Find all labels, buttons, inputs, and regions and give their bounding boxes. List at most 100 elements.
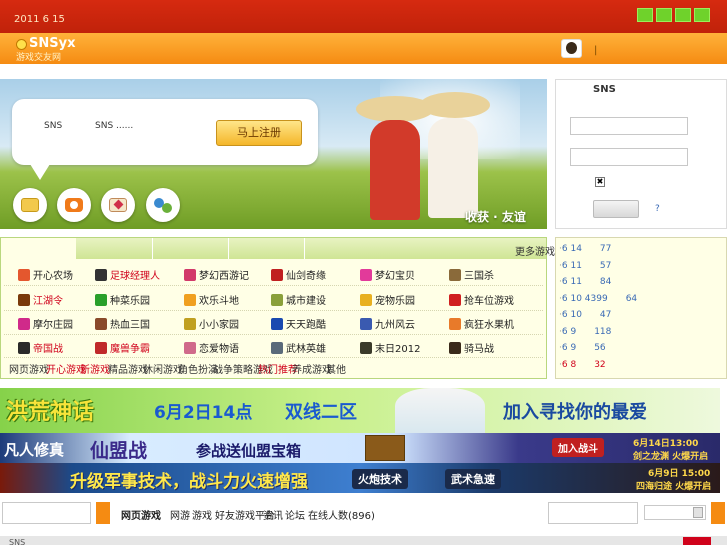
news-count: 56 bbox=[594, 343, 606, 353]
game-link[interactable]: 江湖令 bbox=[18, 292, 63, 307]
treasure-chest-icon bbox=[365, 435, 405, 461]
news-item[interactable]: ·6 11 84 bbox=[559, 277, 611, 287]
footer-button[interactable] bbox=[683, 537, 711, 545]
remember-checkbox[interactable]: ✖ bbox=[595, 177, 605, 187]
news-date: 6 11 bbox=[561, 260, 582, 271]
bottom-link[interactable]: 在线人数(896) bbox=[308, 507, 375, 522]
login-button[interactable] bbox=[593, 200, 639, 218]
category-link[interactable]: 休闲游戏 bbox=[143, 361, 183, 376]
news-item[interactable]: ·6 11 57 bbox=[559, 261, 611, 271]
news-date: 6 10 4399 bbox=[561, 293, 608, 304]
category-link[interactable]: 角色扮演 bbox=[178, 361, 218, 376]
game-link[interactable]: 足球经理人 bbox=[95, 267, 160, 282]
bottom-link[interactable]: 游戏 bbox=[192, 507, 212, 522]
banner-figure-right bbox=[428, 118, 478, 218]
bottom-link[interactable]: 网游 bbox=[170, 507, 190, 522]
game-label: 末日2012 bbox=[375, 344, 421, 355]
login-title: SNS bbox=[593, 84, 616, 95]
password-field[interactable] bbox=[570, 148, 688, 166]
game-label: 疯狂水果机 bbox=[464, 320, 514, 331]
chevron-down-icon[interactable] bbox=[693, 507, 703, 518]
bottom-link[interactable]: 网页游戏 bbox=[121, 507, 161, 522]
ad-banner-fanren[interactable]: 凡人修真 仙盟战 参战送仙盟宝箱 加入战斗 6月14日13:00 剑之龙渊 火爆… bbox=[0, 433, 720, 463]
row-divider bbox=[4, 310, 543, 311]
news-count: 57 bbox=[599, 260, 612, 271]
game-link[interactable]: 恋爱物语 bbox=[184, 340, 239, 355]
top-button-1[interactable] bbox=[637, 8, 653, 22]
game-label: 恋爱物语 bbox=[199, 344, 239, 355]
game-link[interactable]: 帝国战 bbox=[18, 340, 63, 355]
logo-icon bbox=[16, 39, 27, 50]
game-icon bbox=[18, 269, 30, 281]
chat-icon[interactable] bbox=[13, 188, 47, 222]
game-link[interactable]: 抢车位游戏 bbox=[449, 292, 514, 307]
game-link[interactable]: 宠物乐园 bbox=[360, 292, 415, 307]
category-link[interactable]: 其他 bbox=[326, 361, 346, 376]
game-link[interactable]: 魔兽争霸 bbox=[95, 340, 150, 355]
ad2-join-button[interactable]: 加入战斗 bbox=[552, 438, 604, 457]
news-item[interactable]: ·6 10 4399 64 bbox=[559, 294, 637, 304]
game-icon bbox=[95, 318, 107, 330]
news-item[interactable]: ·6 10 47 bbox=[559, 310, 611, 320]
top-button-3[interactable] bbox=[675, 8, 691, 22]
news-item[interactable]: ·6 8 32 bbox=[559, 360, 606, 370]
bottom-link[interactable]: 论坛 bbox=[285, 507, 305, 522]
username-field[interactable] bbox=[570, 117, 688, 135]
bottom-search-input-2[interactable] bbox=[548, 502, 638, 524]
ad2-game: 仙盟战 bbox=[90, 440, 148, 462]
game-icon bbox=[271, 318, 283, 330]
game-link[interactable]: 梦幻宝贝 bbox=[360, 267, 415, 282]
camera-icon[interactable] bbox=[57, 188, 91, 222]
game-link[interactable]: 欢乐斗地 bbox=[184, 292, 239, 307]
game-link[interactable]: 天天跑酷 bbox=[271, 316, 326, 331]
bottom-go-button[interactable] bbox=[711, 502, 725, 524]
ad3-tag2: 武术急速 bbox=[445, 469, 501, 489]
more-games-link[interactable]: 更多游戏 bbox=[515, 243, 555, 258]
game-link[interactable]: 开心农场 bbox=[18, 267, 73, 282]
category-link[interactable]: 新游戏 bbox=[80, 361, 110, 376]
ad-banner-honghuang[interactable]: 洪荒神话 6月2日14点 双线二区 加入寻找你的最爱 bbox=[0, 388, 720, 433]
site-logo[interactable]: SNSyx bbox=[29, 36, 75, 51]
category-link[interactable]: 精品游戏 bbox=[108, 361, 148, 376]
category-link[interactable]: 网页游戏 bbox=[9, 361, 49, 376]
date-text: 2011 6 15 bbox=[14, 14, 65, 25]
game-label: 魔兽争霸 bbox=[110, 344, 150, 355]
game-link[interactable]: 种菜乐园 bbox=[95, 292, 150, 307]
mail-icon[interactable] bbox=[101, 188, 135, 222]
tab-4[interactable] bbox=[229, 238, 305, 259]
news-item[interactable]: ·6 9 56 bbox=[559, 343, 606, 353]
game-link[interactable]: 骑马战 bbox=[449, 340, 494, 355]
news-item[interactable]: ·6 9 118 bbox=[559, 327, 611, 337]
bottom-link[interactable]: 资讯 bbox=[263, 507, 283, 522]
bottom-search-input[interactable] bbox=[2, 502, 91, 524]
game-link[interactable]: 仙剑奇缘 bbox=[271, 267, 326, 282]
bottom-search-button[interactable] bbox=[96, 502, 110, 524]
game-link[interactable]: 小小家园 bbox=[184, 316, 239, 331]
game-link[interactable]: 武林英雄 bbox=[271, 340, 326, 355]
game-link[interactable]: 三国杀 bbox=[449, 267, 494, 282]
game-link[interactable]: 摩尔庄园 bbox=[18, 316, 73, 331]
game-label: 宠物乐园 bbox=[375, 296, 415, 307]
game-label: 热血三国 bbox=[110, 320, 150, 331]
game-link[interactable]: 梦幻西游记 bbox=[184, 267, 249, 282]
game-link[interactable]: 九州风云 bbox=[360, 316, 415, 331]
game-link[interactable]: 疯狂水果机 bbox=[449, 316, 514, 331]
tab-active[interactable] bbox=[1, 238, 76, 260]
game-link[interactable]: 城市建设 bbox=[271, 292, 326, 307]
top-button-2[interactable] bbox=[656, 8, 672, 22]
register-button[interactable]: 马上注册 bbox=[216, 120, 302, 146]
ad-banner-military[interactable]: 升级军事技术，战斗力火速增强 火炮技术 武术急速 6月9日 15:00 四海归途… bbox=[0, 463, 720, 493]
intro-bubble-tail bbox=[30, 164, 50, 180]
game-link[interactable]: 末日2012 bbox=[360, 340, 420, 355]
footer-bar bbox=[0, 536, 727, 545]
game-link[interactable]: 热血三国 bbox=[95, 316, 150, 331]
top-button-4[interactable] bbox=[694, 8, 710, 22]
game-icon bbox=[18, 318, 30, 330]
tab-3[interactable] bbox=[153, 238, 229, 259]
forgot-password-link[interactable]: ? bbox=[655, 204, 660, 214]
friends-icon[interactable] bbox=[146, 188, 180, 222]
game-icon bbox=[184, 342, 196, 354]
news-date: 6 8 bbox=[561, 359, 577, 370]
tab-2[interactable] bbox=[76, 238, 153, 259]
news-item[interactable]: ·6 14 77 bbox=[559, 244, 611, 254]
